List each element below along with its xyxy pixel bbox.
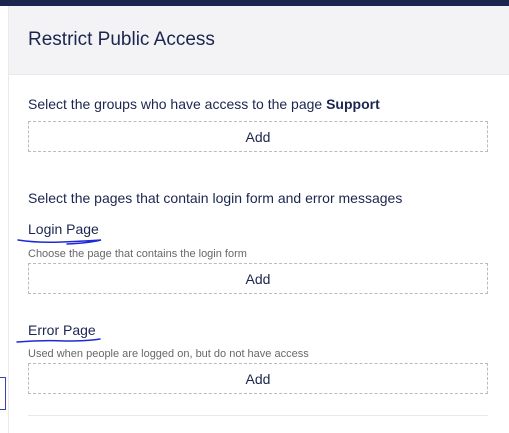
add-login-page-button[interactable]: Add bbox=[28, 263, 488, 294]
footer-divider bbox=[28, 415, 488, 416]
error-page-label: Error Page bbox=[28, 322, 96, 338]
page-name: Support bbox=[326, 96, 380, 112]
login-page-description: Choose the page that contains the login … bbox=[28, 248, 247, 260]
error-page-description: Used when people are logged on, but do n… bbox=[28, 348, 309, 360]
panel-title: Restrict Public Access bbox=[28, 29, 215, 50]
left-backdrop bbox=[0, 6, 8, 433]
panel-header: Restrict Public Access bbox=[9, 6, 509, 75]
add-groups-button[interactable]: Add bbox=[28, 121, 488, 152]
pages-prompt: Select the pages that contain login form… bbox=[28, 190, 403, 206]
groups-prompt: Select the groups who have access to the… bbox=[28, 96, 380, 112]
add-error-page-button[interactable]: Add bbox=[28, 363, 488, 394]
left-edge-element bbox=[0, 377, 6, 410]
restrict-public-access-panel: Restrict Public Access Select the groups… bbox=[8, 6, 509, 433]
login-page-label: Login Page bbox=[28, 221, 99, 237]
groups-prompt-text: Select the groups who have access to the… bbox=[28, 96, 327, 112]
